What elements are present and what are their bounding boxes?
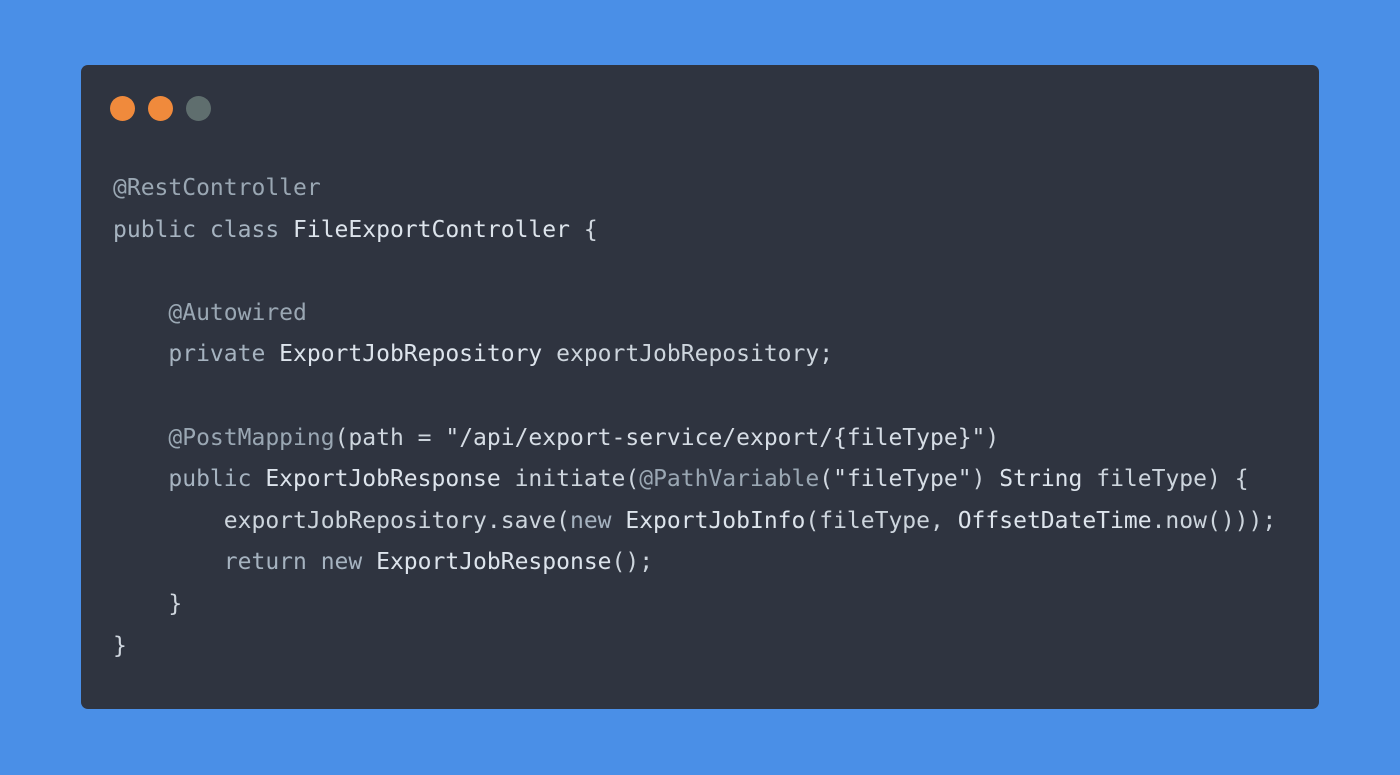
code-token: FileExportController [293, 216, 570, 243]
code-token: ExportJobRepository [279, 341, 543, 368]
code-line: @RestController [113, 168, 1276, 210]
code-token: new [569, 507, 626, 534]
code-token: String [999, 466, 1083, 493]
code-token: @Autowired [168, 299, 307, 326]
code-token: @PostMapping [168, 424, 335, 451]
code-token: fileType) { [1082, 466, 1249, 493]
code-token: @PathVariable [639, 466, 820, 493]
code-token: ExportJobResponse [265, 466, 501, 493]
code-token: initiate( [500, 466, 640, 493]
window-controls [110, 96, 211, 122]
code-token: (fileType, [805, 507, 958, 534]
code-line: private ExportJobRepository exportJobRep… [113, 334, 1276, 376]
minimize-dot-icon[interactable] [148, 96, 173, 121]
code-window: @RestController public class FileExportCo… [81, 65, 1319, 709]
code-token: ) [971, 466, 1000, 493]
code-token: public [168, 466, 266, 493]
code-token: @RestController [113, 175, 321, 201]
code-line: @PostMapping(path = "/api/export-service… [113, 418, 1276, 460]
close-dot-icon[interactable] [110, 96, 135, 121]
code-block: @RestController public class FileExportCo… [113, 168, 1276, 667]
code-token: ExportJobResponse [376, 549, 612, 576]
code-line: } [113, 626, 1276, 668]
code-line: public ExportJobResponse initiate(@PathV… [113, 459, 1276, 501]
code-token: } [113, 632, 127, 659]
code-token: public class [113, 216, 294, 243]
code-line: } [113, 584, 1276, 626]
code-token: ( [819, 466, 834, 493]
code-token: } [113, 590, 183, 617]
code-token: { [569, 216, 598, 243]
code-line: return new ExportJobResponse(); [113, 542, 1276, 584]
maximize-dot-icon[interactable] [186, 96, 211, 121]
code-token: exportJobRepository.save( [113, 507, 570, 534]
code-token: (path = [334, 424, 446, 451]
code-line: public class FileExportController { [113, 210, 1276, 252]
code-token: return new [223, 549, 377, 576]
code-token: ) [985, 424, 1000, 451]
code-token: "/api/export-service/export/{fileType}" [445, 424, 986, 451]
code-token: (); [611, 549, 654, 576]
code-token: .now())); [1151, 507, 1277, 534]
code-token: "fileType" [833, 466, 972, 493]
code-token: private [168, 341, 280, 368]
code-token: OffsetDateTime [957, 507, 1152, 534]
code-token: ExportJobInfo [625, 507, 806, 534]
code-token: exportJobRepository; [542, 341, 834, 368]
code-line: exportJobRepository.save(new ExportJobIn… [113, 501, 1276, 543]
code-line: @Autowired [113, 293, 1276, 335]
